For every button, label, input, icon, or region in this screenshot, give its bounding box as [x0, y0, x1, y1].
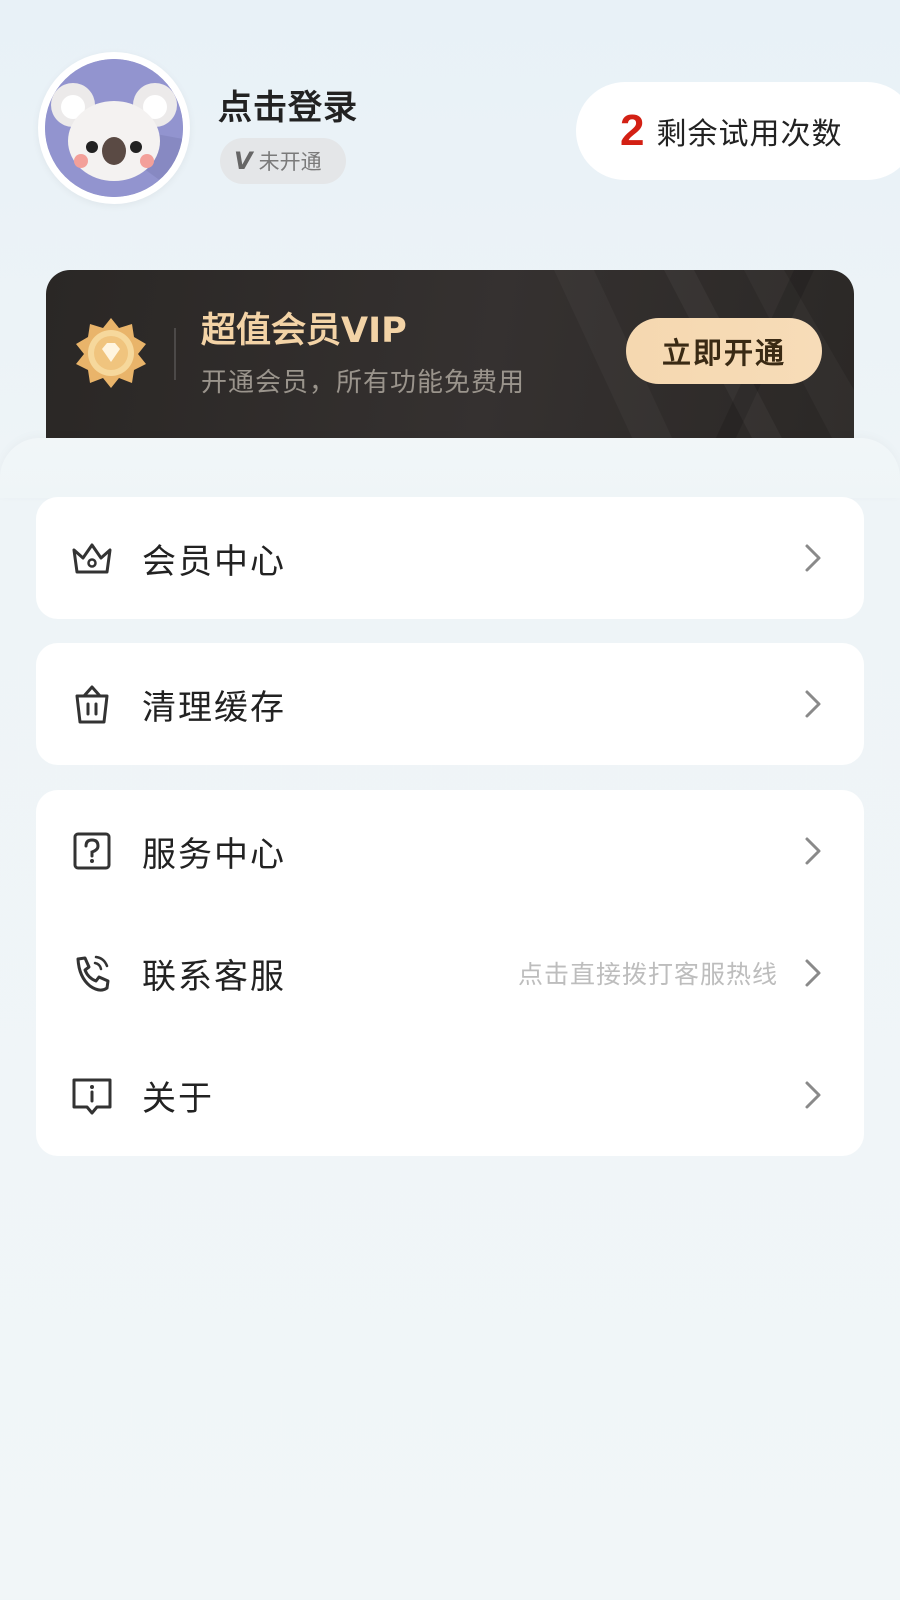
menu-item-clear-cache[interactable]: 清理缓存: [36, 643, 864, 765]
vip-status-text: 未开通: [258, 150, 322, 174]
menu-label: 服务中心: [142, 834, 286, 875]
vip-subtitle: 开通会员，所有功能免费用: [201, 368, 526, 398]
chevron-right-icon: [805, 959, 821, 987]
vip-promo-card[interactable]: 超值会员VIP 开通会员，所有功能免费用 立即开通: [46, 270, 854, 442]
vip-divider: [174, 328, 176, 380]
profile-header: 点击登录 V 未开通 2 剩余试用次数: [0, 0, 900, 250]
chevron-right-icon: [805, 690, 821, 718]
menu-item-member-center[interactable]: 会员中心: [36, 497, 864, 619]
chevron-right-icon: [805, 837, 821, 865]
content-curve: [0, 438, 900, 498]
crown-icon: [72, 543, 112, 574]
trial-count-label: 剩余试用次数: [656, 117, 843, 152]
login-link[interactable]: 点击登录: [218, 80, 358, 129]
koala-avatar-icon: [45, 59, 183, 197]
menu-item-service-center[interactable]: 服务中心: [36, 790, 864, 912]
support-hotline-hint: 点击直接拨打客服热线: [517, 960, 778, 989]
avatar[interactable]: [38, 52, 190, 204]
menu-label: 会员中心: [142, 541, 286, 582]
phone-icon: [76, 955, 110, 992]
vip-v-icon: V: [234, 147, 253, 175]
trial-count: 2: [620, 106, 645, 155]
trash-icon: [75, 685, 109, 724]
question-icon: [73, 832, 111, 870]
menu-item-contact-support[interactable]: 联系客服 点击直接拨打客服热线: [36, 912, 864, 1034]
menu-label: 清理缓存: [142, 687, 286, 728]
member-center-card: 会员中心: [36, 497, 864, 619]
clear-cache-card: 清理缓存: [36, 643, 864, 765]
trial-count-pill: 2 剩余试用次数: [576, 82, 900, 180]
menu-item-about[interactable]: 关于: [36, 1034, 864, 1156]
vip-title: 超值会员VIP: [201, 311, 407, 351]
menu-label: 关于: [142, 1078, 214, 1119]
open-vip-button[interactable]: 立即开通: [626, 318, 822, 384]
info-icon: [72, 1078, 112, 1115]
menu-label: 联系客服: [142, 956, 286, 997]
vip-status-badge: V 未开通: [220, 138, 346, 184]
chevron-right-icon: [805, 544, 821, 572]
chevron-right-icon: [805, 1081, 821, 1109]
service-card: 服务中心 联系客服 点击直接拨打客服热线 关于: [36, 790, 864, 1156]
vip-medal-icon: [76, 318, 146, 388]
